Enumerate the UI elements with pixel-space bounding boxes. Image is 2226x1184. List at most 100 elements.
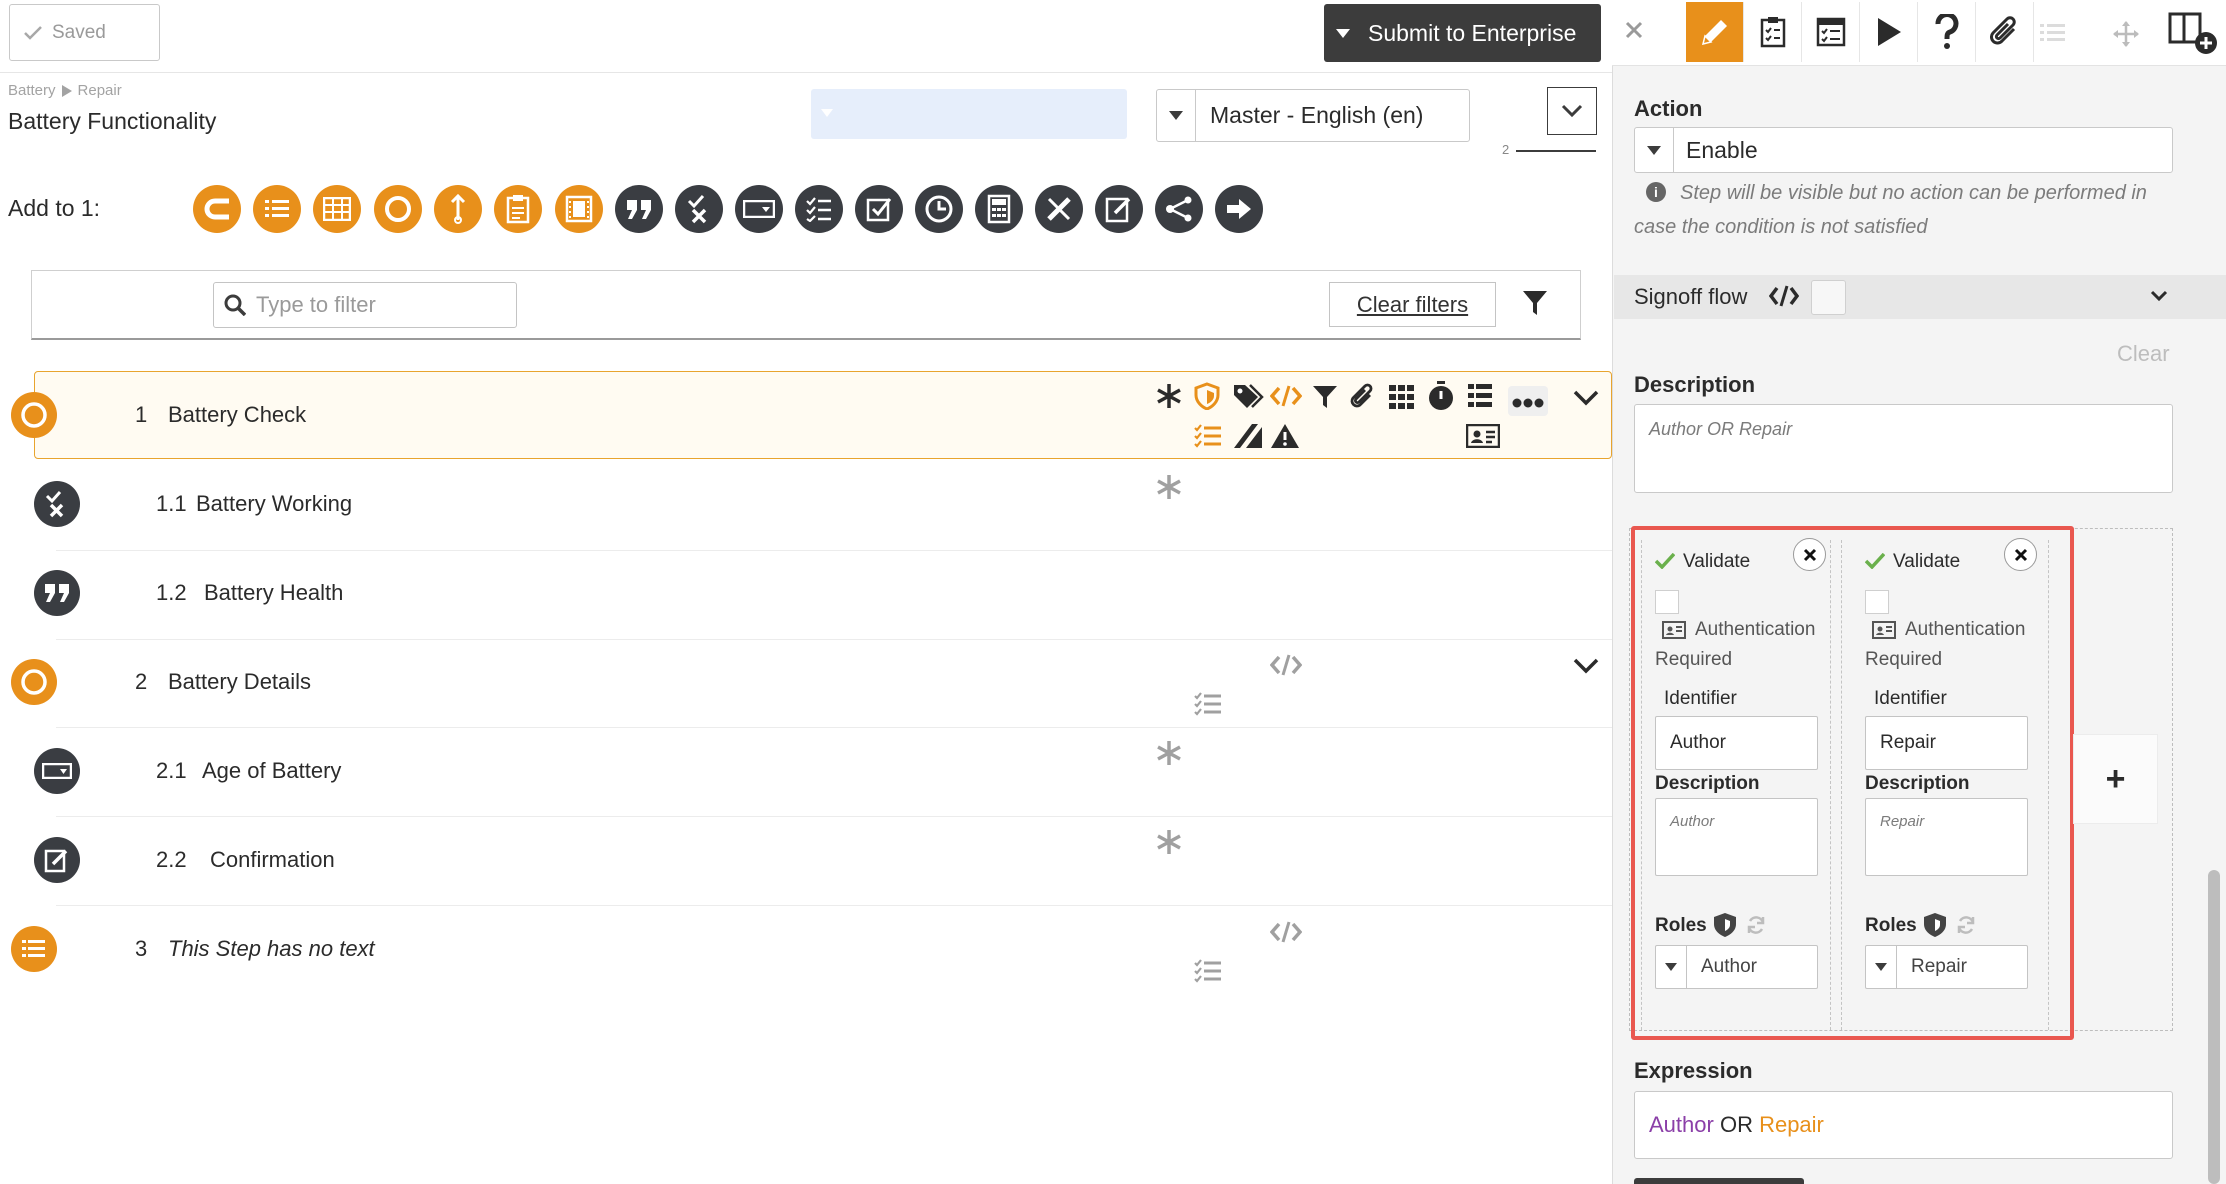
asterisk-icon[interactable] (1156, 829, 1182, 855)
measure-icon[interactable] (1035, 185, 1083, 233)
language-select[interactable]: Master - English (en) (1156, 89, 1470, 142)
submit-to-enterprise-button[interactable]: Submit to Enterprise (1324, 4, 1601, 62)
code-icon[interactable] (1270, 653, 1302, 677)
step-number: 3 (135, 936, 148, 961)
pass-fail-icon[interactable] (34, 481, 80, 527)
code-icon (1769, 285, 1799, 307)
clear-button[interactable]: Clear (2117, 341, 2170, 367)
signature-icon[interactable] (1095, 185, 1143, 233)
code-icon[interactable] (1270, 920, 1302, 944)
filter-icon[interactable] (1312, 385, 1338, 409)
warning-icon[interactable] (1270, 423, 1300, 449)
add-signer-button[interactable]: + (2073, 734, 2158, 824)
submit-label: Submit to Enterprise (1368, 19, 1577, 46)
branch-icon[interactable] (1155, 185, 1203, 233)
list-icon[interactable] (253, 185, 301, 233)
calculator-icon[interactable] (975, 185, 1023, 233)
more-icon[interactable] (1508, 386, 1548, 416)
divider (0, 72, 1612, 73)
input-field-icon[interactable] (34, 748, 80, 794)
step-title[interactable]: Age of Battery (202, 758, 341, 784)
clipboard-check-icon[interactable] (1744, 2, 1802, 62)
asterisk-icon[interactable] (1156, 474, 1182, 500)
empty-select[interactable] (811, 89, 1127, 139)
step-title[interactable]: Battery Working (196, 491, 352, 517)
step-title[interactable]: Confirmation (210, 847, 335, 873)
chevron-down-icon[interactable] (1573, 658, 1599, 674)
code-icon[interactable] (1270, 384, 1302, 408)
signoff-flow-checkbox[interactable] (1811, 280, 1846, 315)
asterisk-icon[interactable] (1156, 740, 1182, 766)
checklist-icon[interactable] (1194, 424, 1222, 448)
saved-button[interactable]: Saved (9, 4, 160, 61)
circle-step-icon[interactable] (11, 392, 57, 438)
clipboard-icon[interactable] (494, 185, 542, 233)
clear-filters-button[interactable]: Clear filters (1329, 282, 1496, 327)
list-icon[interactable] (11, 926, 57, 972)
database-list-icon[interactable] (1468, 383, 1492, 409)
stopwatch-icon[interactable] (1428, 381, 1454, 411)
step-title[interactable]: Battery Check (168, 402, 306, 428)
expression-operator: OR (1719, 1112, 1753, 1137)
step-number: 2.2 (156, 847, 187, 872)
clock-icon[interactable] (915, 185, 963, 233)
expression-display: Author OR Repair (1634, 1091, 2173, 1159)
breadcrumb-separator-icon (61, 84, 72, 97)
expression-operand: Author (1649, 1112, 1714, 1137)
paperclip-icon[interactable] (1976, 2, 2034, 62)
action-label: Action (1634, 96, 1703, 121)
checklist-icon[interactable] (795, 185, 843, 233)
description-textarea[interactable]: Author OR Repair (1634, 404, 2173, 493)
grid-icon[interactable] (1389, 385, 1415, 409)
close-icon[interactable] (1624, 20, 1644, 40)
funnel-icon[interactable] (1522, 290, 1548, 316)
filter-input[interactable]: Type to filter (213, 282, 517, 328)
play-icon[interactable] (1860, 2, 1918, 62)
table-icon[interactable] (313, 185, 361, 233)
checklist-icon[interactable] (1194, 959, 1222, 983)
row-divider (56, 905, 1612, 906)
page-title: Battery Functionality (8, 108, 217, 134)
collapse-toggle-button[interactable] (1547, 87, 1597, 135)
checklist-board-icon[interactable] (1802, 2, 1860, 62)
step-title[interactable]: Battery Health (204, 580, 343, 606)
move-icon[interactable] (2112, 20, 2140, 48)
question-icon[interactable] (1918, 2, 1976, 62)
saved-label: Saved (52, 21, 106, 43)
panel-scrollbar[interactable] (2208, 870, 2220, 1184)
pencil-icon[interactable] (1686, 2, 1744, 62)
breadcrumb-item[interactable]: Battery (8, 82, 56, 99)
loop-icon[interactable] (193, 185, 241, 233)
step-title[interactable]: Battery Details (168, 669, 311, 695)
row-divider (56, 816, 1612, 817)
circle-step-icon[interactable] (11, 659, 57, 705)
chevron-down-icon[interactable] (1573, 390, 1599, 406)
action-select[interactable]: Enable (1634, 127, 2173, 173)
signature-icon[interactable] (34, 837, 80, 883)
expression-label: Expression (1634, 1058, 1753, 1083)
breadcrumb-item[interactable]: Repair (78, 82, 122, 99)
id-card-icon[interactable] (1466, 424, 1500, 448)
measure-icon[interactable] (1232, 423, 1264, 449)
arrow-right-icon[interactable] (1215, 185, 1263, 233)
add-panel-icon[interactable] (2168, 12, 2220, 56)
quote-icon[interactable] (615, 185, 663, 233)
chevron-down-icon[interactable] (2150, 290, 2168, 302)
film-icon[interactable] (555, 185, 603, 233)
asterisk-icon[interactable] (1156, 383, 1182, 409)
step-title[interactable]: This Step has no text (168, 936, 375, 962)
action-hint: i Step will be visible but no action can … (1634, 176, 2174, 244)
save-button-partial[interactable] (1634, 1178, 1804, 1184)
step-number: 2.1 (156, 758, 187, 783)
signer-highlight (1631, 526, 2074, 1040)
quote-icon[interactable] (34, 570, 80, 616)
checkbox-icon[interactable] (855, 185, 903, 233)
circle-step-icon[interactable] (374, 185, 422, 233)
pass-fail-icon[interactable] (675, 185, 723, 233)
paperclip-icon[interactable] (1350, 383, 1376, 411)
input-field-icon[interactable] (735, 185, 783, 233)
tags-icon[interactable] (1232, 383, 1264, 409)
wrench-icon[interactable] (434, 185, 482, 233)
shield-icon[interactable] (1194, 382, 1220, 410)
checklist-icon[interactable] (1194, 692, 1222, 716)
